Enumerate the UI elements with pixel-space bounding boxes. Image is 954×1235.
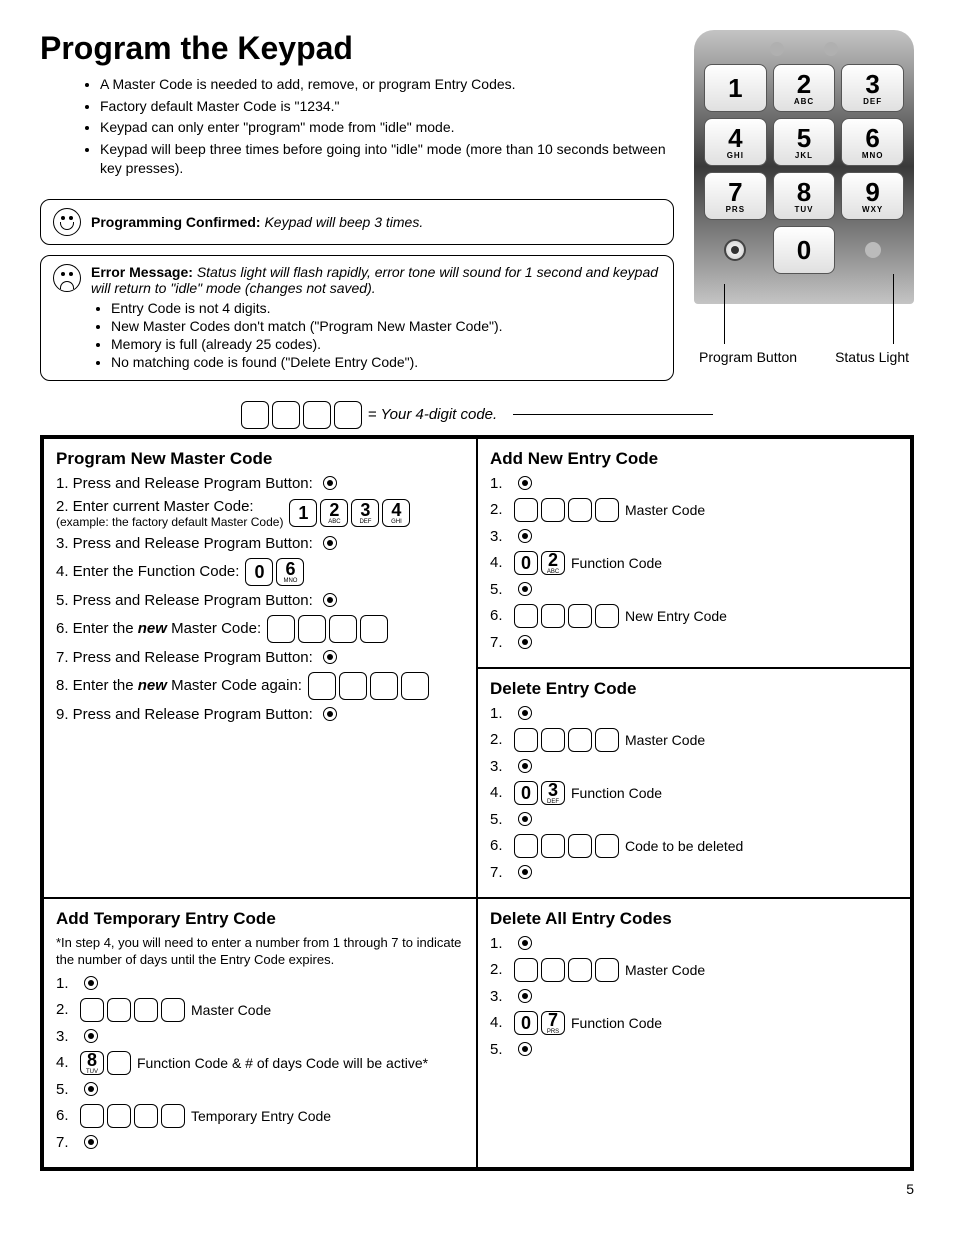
- delete-entry-cell: Delete Entry Code 1. 2. Master Code 3. 4…: [477, 668, 911, 898]
- intro-list: A Master Code is needed to add, remove, …: [60, 75, 674, 179]
- new-master-cell: Program New Master Code 1. Press and Rel…: [43, 438, 477, 898]
- page-title: Program the Keypad: [40, 30, 674, 67]
- status-light-icon: [865, 242, 881, 258]
- delete-all-cell: Delete All Entry Codes 1. 2. Master Code…: [477, 898, 911, 1168]
- legend-row: = Your 4-digit code.: [40, 401, 914, 429]
- confirm-box: Programming Confirmed: Keypad will beep …: [40, 199, 674, 245]
- program-button-icon: [724, 239, 746, 261]
- keypad-illustration: 1 2ABC 3DEF 4GHI 5JKL 6MNO 7PRS 8TUV 9WX…: [694, 30, 914, 304]
- legend-text: = Your 4-digit code.: [368, 406, 497, 423]
- frown-icon: [53, 264, 81, 292]
- program-button-icon: [323, 476, 337, 490]
- keypad-label-row: Program Button Status Light: [694, 349, 914, 365]
- page-number: 5: [40, 1181, 914, 1197]
- smile-icon: [53, 208, 81, 236]
- add-entry-cell: Add New Entry Code 1. 2. Master Code 3. …: [477, 438, 911, 668]
- procedures-grid: Program New Master Code 1. Press and Rel…: [40, 435, 914, 1171]
- temp-entry-cell: Add Temporary Entry Code *In step 4, you…: [43, 898, 477, 1168]
- error-box: Error Message: Status light will flash r…: [40, 255, 674, 381]
